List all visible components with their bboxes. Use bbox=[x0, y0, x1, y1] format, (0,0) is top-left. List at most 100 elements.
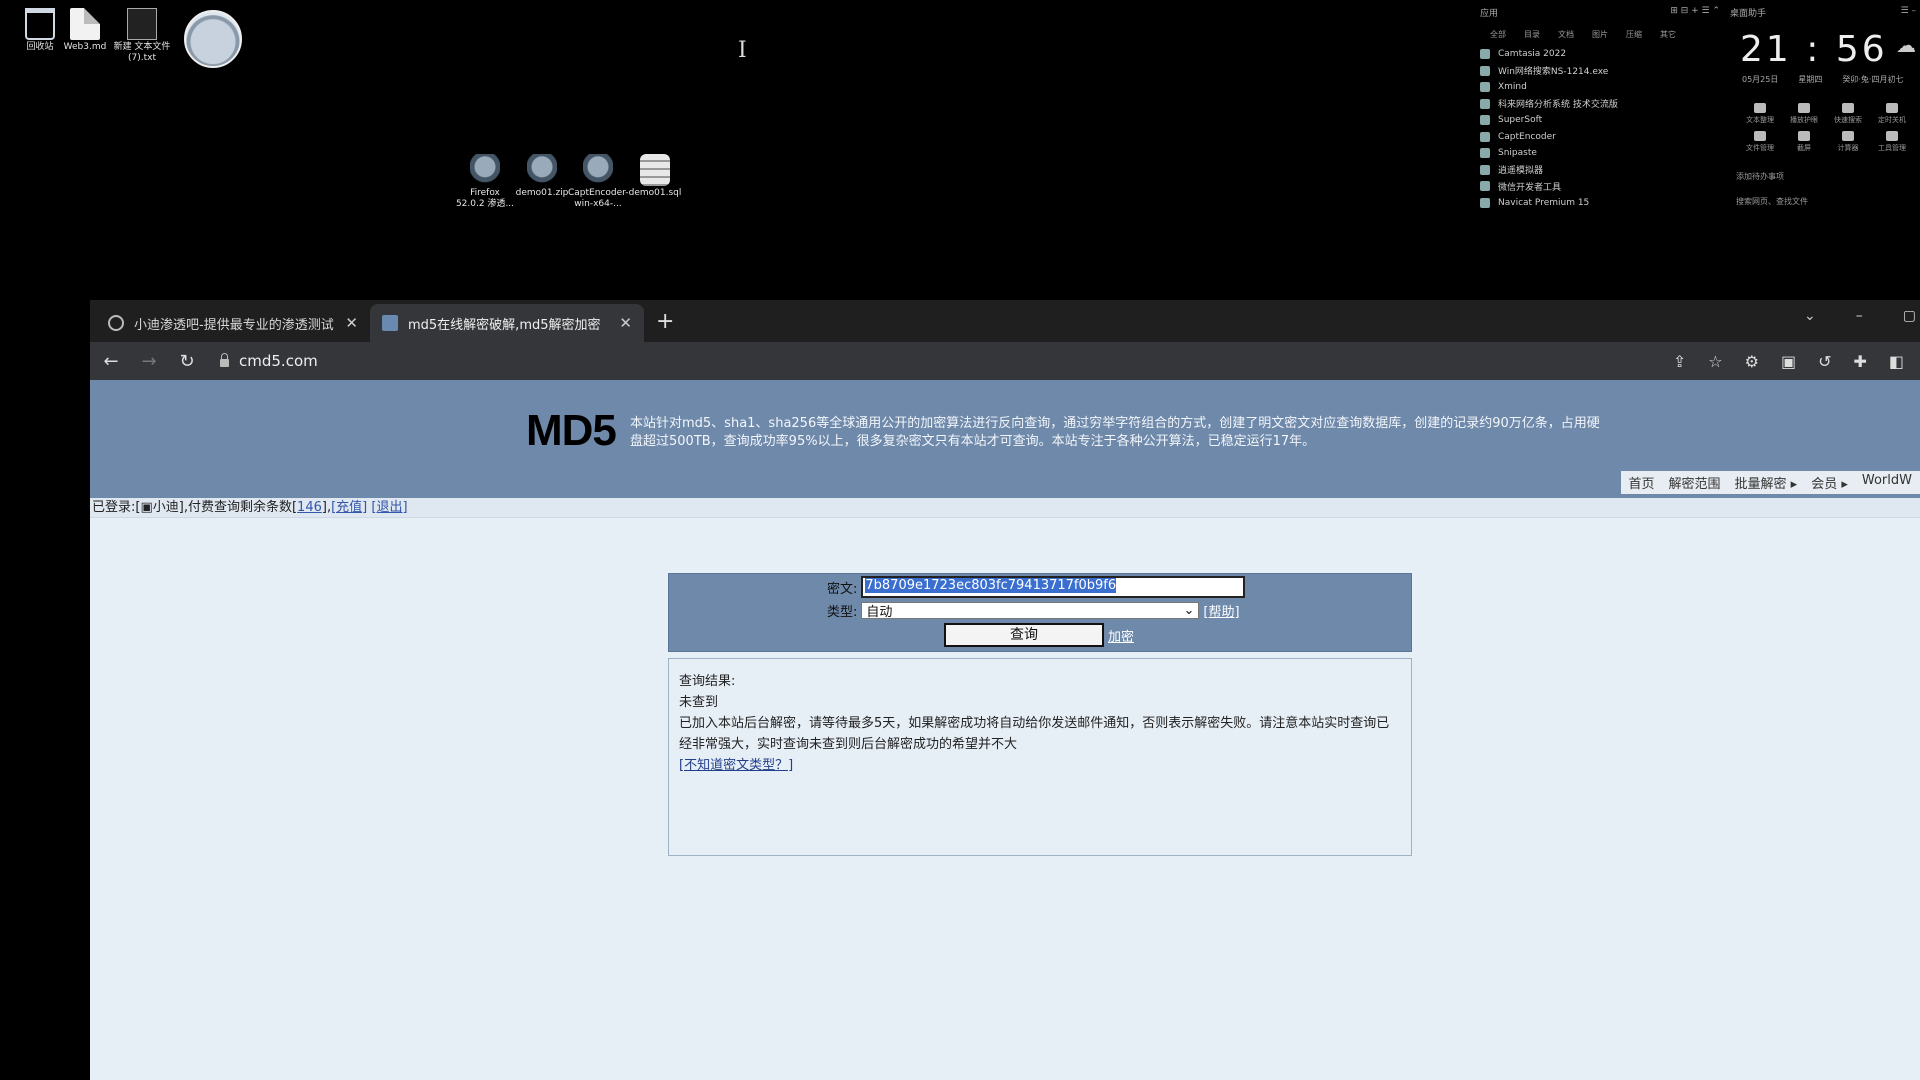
tool-label: 工具管理 bbox=[1878, 144, 1906, 152]
apps-tab[interactable]: 图片 bbox=[1592, 29, 1608, 40]
cipher-type-help-link[interactable]: [不知道密文类型？] bbox=[679, 758, 793, 773]
cipher-label: 密文: bbox=[827, 581, 858, 597]
desktop-icon-label: Firefox 52.0.2 渗透... bbox=[455, 188, 515, 209]
tool-icon bbox=[1842, 103, 1854, 113]
query-button[interactable]: 查询 bbox=[944, 623, 1104, 647]
nav-home[interactable]: 首页 bbox=[1629, 473, 1655, 492]
star-icon[interactable]: ☆ bbox=[1708, 352, 1722, 371]
extension-icon[interactable]: ▣ bbox=[1781, 352, 1796, 371]
tool-item[interactable]: 播放护眼 bbox=[1784, 103, 1824, 125]
tab-title: md5在线解密破解,md5解密加密 bbox=[408, 317, 601, 333]
new-tab-button[interactable]: + bbox=[656, 309, 674, 334]
recharge-link[interactable]: [充值] bbox=[331, 500, 367, 515]
apps-panel: 应用 ⊞ ⊟ + ☰ ⌃ 全部 目录 文档 图片 压缩 其它 Camtasia … bbox=[1480, 6, 1720, 216]
remaining-count-link[interactable]: 146 bbox=[297, 500, 322, 515]
logout-link[interactable]: [退出] bbox=[371, 500, 407, 515]
apps-tab[interactable]: 压缩 bbox=[1626, 29, 1642, 40]
close-icon[interactable]: ✕ bbox=[345, 314, 358, 332]
zip-icon bbox=[583, 154, 613, 186]
site-description: 本站针对md5、sha1、sha256等全球通用公开的加密算法进行反向查询，通过… bbox=[630, 416, 1600, 449]
database-icon bbox=[640, 154, 670, 186]
tool-item[interactable]: 工具管理 bbox=[1872, 131, 1912, 153]
tool-item[interactable]: 定时关机 bbox=[1872, 103, 1912, 125]
nav-batch[interactable]: 批量解密 ▸ bbox=[1735, 473, 1798, 492]
app-icon bbox=[1480, 148, 1490, 159]
result-title: 查询结果: bbox=[679, 674, 736, 689]
tool-icon bbox=[1886, 103, 1898, 113]
search-link[interactable]: 搜索网页、查找文件 bbox=[1736, 196, 1916, 207]
app-item[interactable]: SuperSoft bbox=[1480, 112, 1720, 129]
nav-range[interactable]: 解密范围 bbox=[1669, 473, 1721, 492]
site-logo[interactable]: MD5 bbox=[526, 406, 617, 456]
tool-item[interactable]: 快速搜索 bbox=[1828, 103, 1868, 125]
desktop-icon-demo-sql[interactable]: demo01.sql bbox=[625, 154, 685, 199]
minimize-icon[interactable]: – bbox=[1856, 308, 1863, 324]
app-item[interactable]: Snipaste bbox=[1480, 145, 1720, 162]
desktop-icon-label: 新建 文本文件 (7).txt bbox=[113, 42, 171, 63]
result-panel: 查询结果: 未查到 已加入本站后台解密，请等待最多5天，如果解密成功将自动给你发… bbox=[668, 658, 1412, 856]
side-panel-icon[interactable]: ◧ bbox=[1889, 352, 1904, 371]
maximize-icon[interactable]: ▢ bbox=[1903, 308, 1916, 324]
desktop-icon-label: CaptEncoder-win-x64-... bbox=[568, 188, 629, 209]
firefox-icon bbox=[470, 154, 500, 186]
desktop-icon-firefox[interactable]: Firefox 52.0.2 渗透... bbox=[455, 154, 515, 210]
back-arrow-icon[interactable]: ← bbox=[100, 351, 122, 372]
apps-tab[interactable]: 全部 bbox=[1490, 29, 1506, 40]
text-cursor-icon: I bbox=[738, 38, 747, 63]
menu-icon[interactable]: ☰ – bbox=[1901, 6, 1916, 19]
tab-search-icon[interactable]: ⌄ bbox=[1804, 308, 1816, 324]
desktop-icon-demo-zip[interactable]: demo01.zip bbox=[512, 154, 572, 199]
close-icon[interactable]: ✕ bbox=[619, 314, 632, 332]
apps-tab[interactable]: 文档 bbox=[1558, 29, 1574, 40]
tool-item[interactable]: 计算器 bbox=[1828, 131, 1868, 153]
tool-icon bbox=[1754, 103, 1766, 113]
nav-member[interactable]: 会员 ▸ bbox=[1811, 473, 1848, 492]
apps-panel-controls-icon[interactable]: ⊞ ⊟ + ☰ ⌃ bbox=[1670, 6, 1720, 19]
app-item[interactable]: Navicat Premium 15 bbox=[1480, 195, 1720, 212]
nav-worldw[interactable]: WorldW bbox=[1862, 473, 1912, 492]
type-select[interactable]: 自动 ⌄ bbox=[861, 602, 1200, 620]
tab-xiaodi[interactable]: 小迪渗透吧-提供最专业的渗透测试 ✕ bbox=[96, 304, 370, 342]
app-item[interactable]: CaptEncoder bbox=[1480, 129, 1720, 146]
desktop-icon-captencoder[interactable]: CaptEncoder-win-x64-... bbox=[568, 154, 629, 210]
forward-arrow-icon[interactable]: → bbox=[138, 351, 160, 372]
extension-icon[interactable]: ⚙ bbox=[1745, 352, 1759, 371]
desktop-icon-label: demo01.sql bbox=[628, 188, 682, 198]
result-message: 已加入本站后台解密，请等待最多5天，如果解密成功将自动给你发送邮件通知，否则表示… bbox=[679, 716, 1390, 752]
login-prefix: 已登录:[ bbox=[92, 500, 141, 515]
recycle-bin-icon bbox=[25, 8, 55, 40]
apps-tab[interactable]: 其它 bbox=[1660, 29, 1676, 40]
reload-icon[interactable]: ↻ bbox=[176, 351, 198, 372]
app-item[interactable]: 微信开发者工具 bbox=[1480, 178, 1720, 195]
desktop-icon-web3[interactable]: Web3.md bbox=[55, 8, 115, 53]
globe-icon bbox=[108, 315, 124, 331]
encrypt-link[interactable]: 加密 bbox=[1108, 626, 1134, 645]
tool-item[interactable]: 文本整理 bbox=[1740, 103, 1780, 125]
todo-link[interactable]: 添加待办事项 bbox=[1736, 171, 1916, 182]
apps-tab[interactable]: 目录 bbox=[1524, 29, 1540, 40]
app-icon bbox=[1480, 98, 1490, 109]
app-label: CaptEncoder bbox=[1498, 131, 1556, 142]
avatar[interactable] bbox=[184, 10, 242, 68]
cipher-input[interactable]: 7b8709e1723ec803fc79413717f0b9f6 bbox=[861, 576, 1246, 598]
app-item[interactable]: Win网络搜索NS-1214.exe bbox=[1480, 63, 1720, 80]
share-icon[interactable]: ⇪ bbox=[1673, 352, 1686, 371]
login-bar: 已登录:[▣小迪],付费查询剩余条数[146],[充值] [退出] bbox=[90, 498, 1920, 518]
desktop-icon-label: Web3.md bbox=[63, 42, 107, 52]
tool-item[interactable]: 截屏 bbox=[1784, 131, 1824, 153]
app-item[interactable]: 科来网络分析系统 技术交流版 bbox=[1480, 96, 1720, 113]
app-item[interactable]: 逍遥模拟器 bbox=[1480, 162, 1720, 179]
address-bar[interactable]: cmd5.com bbox=[220, 352, 318, 370]
desktop-icon-label: demo01.zip bbox=[515, 188, 569, 198]
tool-label: 文件管理 bbox=[1746, 144, 1774, 152]
app-item[interactable]: Camtasia 2022 bbox=[1480, 46, 1720, 63]
help-link[interactable]: [帮助] bbox=[1203, 601, 1239, 620]
app-item[interactable]: Xmind bbox=[1480, 79, 1720, 96]
desktop-icon-textfile[interactable]: 新建 文本文件 (7).txt bbox=[112, 8, 172, 64]
extension-icon[interactable]: ↺ bbox=[1818, 352, 1831, 371]
tab-cmd5[interactable]: md5在线解密破解,md5解密加密 ✕ bbox=[370, 304, 644, 342]
tool-item[interactable]: 文件管理 bbox=[1740, 131, 1780, 153]
puzzle-icon[interactable]: ✚ bbox=[1853, 352, 1866, 371]
desktop-icon-label: 回收站 bbox=[26, 42, 54, 52]
tool-icon bbox=[1842, 131, 1854, 141]
